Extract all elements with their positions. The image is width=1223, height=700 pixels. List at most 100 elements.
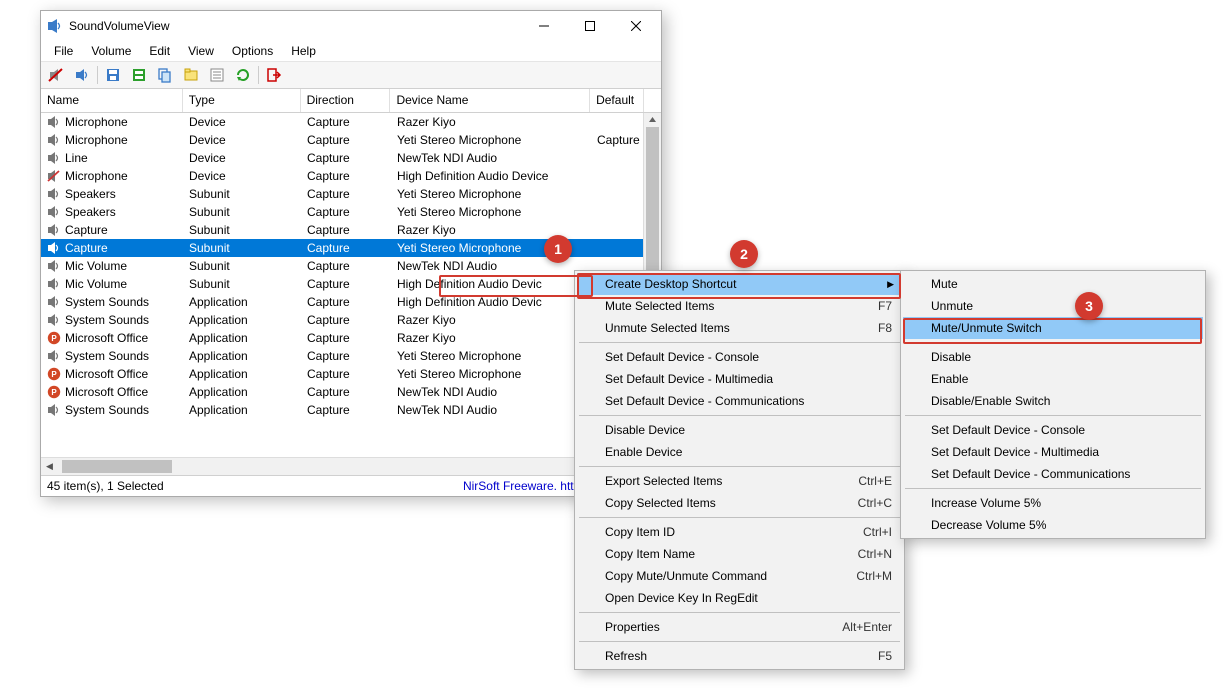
menu-edit[interactable]: Edit <box>142 42 177 60</box>
table-row[interactable]: Mic VolumeSubunitCaptureNewTek NDI Audio <box>41 257 661 275</box>
cell-type: Application <box>183 293 301 311</box>
cell-name: System Sounds <box>41 401 183 419</box>
hscroll-track[interactable] <box>58 458 644 475</box>
menu-item[interactable]: Enable Device <box>577 441 902 463</box>
maximize-button[interactable] <box>567 11 613 41</box>
menu-item-shortcut: Ctrl+E <box>858 474 892 488</box>
cell-type: Application <box>183 401 301 419</box>
table-row[interactable]: System SoundsApplicationCaptureHigh Defi… <box>41 293 661 311</box>
menu-item[interactable]: Increase Volume 5% <box>903 492 1203 514</box>
tool-refresh-icon[interactable] <box>232 64 254 86</box>
header-device[interactable]: Device Name <box>390 89 590 112</box>
cell-name: Mic Volume <box>41 257 183 275</box>
menu-item[interactable]: Set Default Device - Communications <box>903 463 1203 485</box>
table-row[interactable]: CaptureSubunitCaptureRazer Kiyo <box>41 221 661 239</box>
table-row[interactable]: Mic VolumeSubunitCaptureHigh Definition … <box>41 275 661 293</box>
menu-item-shortcut: Alt+Enter <box>842 620 892 634</box>
cell-name: PMicrosoft Office <box>41 329 183 347</box>
horizontal-scrollbar[interactable]: ◀ ▶ <box>41 457 661 475</box>
menu-options[interactable]: Options <box>225 42 280 60</box>
menu-view[interactable]: View <box>181 42 221 60</box>
row-name-label: Speakers <box>65 187 116 201</box>
menu-item[interactable]: Decrease Volume 5% <box>903 514 1203 536</box>
cell-device: High Definition Audio Devic <box>391 275 591 293</box>
tool-mute-icon[interactable] <box>45 64 67 86</box>
table-row[interactable]: PMicrosoft OfficeApplicationCaptureNewTe… <box>41 383 661 401</box>
close-button[interactable] <box>613 11 659 41</box>
menu-item[interactable]: Export Selected ItemsCtrl+E <box>577 470 902 492</box>
menu-item[interactable]: Mute <box>903 273 1203 295</box>
cell-name: System Sounds <box>41 347 183 365</box>
menu-item[interactable]: Unmute <box>903 295 1203 317</box>
cell-device: Yeti Stereo Microphone <box>391 239 591 257</box>
menu-item-label: Copy Item ID <box>605 525 675 539</box>
menu-item[interactable]: Copy Item IDCtrl+I <box>577 521 902 543</box>
menu-item[interactable]: Set Default Device - Console <box>903 419 1203 441</box>
table-row[interactable]: System SoundsApplicationCaptureNewTek ND… <box>41 401 661 419</box>
tool-export-icon[interactable] <box>128 64 150 86</box>
menu-item[interactable]: Set Default Device - Multimedia <box>903 441 1203 463</box>
menu-item-shortcut: Ctrl+C <box>858 496 892 510</box>
menu-item[interactable]: Set Default Device - Console <box>577 346 902 368</box>
hscroll-left-arrow-icon[interactable]: ◀ <box>41 458 58 475</box>
menu-item[interactable]: Mute Selected ItemsF7 <box>577 295 902 317</box>
menu-item[interactable]: Copy Selected ItemsCtrl+C <box>577 492 902 514</box>
cell-device: Razer Kiyo <box>391 311 591 329</box>
tool-unmute-icon[interactable] <box>71 64 93 86</box>
tool-options-icon[interactable] <box>180 64 202 86</box>
menu-item[interactable]: Create Desktop Shortcut▶ <box>577 273 902 295</box>
menu-item[interactable]: Mute/Unmute Switch <box>903 317 1203 339</box>
row-name-label: Microphone <box>65 169 128 183</box>
header-name[interactable]: Name <box>41 89 183 112</box>
cell-default <box>591 203 645 221</box>
table-row[interactable]: MicrophoneDeviceCaptureRazer Kiyo <box>41 113 661 131</box>
cell-direction: Capture <box>301 275 391 293</box>
menu-item[interactable]: Set Default Device - Multimedia <box>577 368 902 390</box>
cell-type: Subunit <box>183 221 301 239</box>
menu-item[interactable]: Copy Mute/Unmute CommandCtrl+M <box>577 565 902 587</box>
menu-item[interactable]: Disable/Enable Switch <box>903 390 1203 412</box>
tool-exit-icon[interactable] <box>263 64 285 86</box>
menu-item[interactable]: Disable <box>903 346 1203 368</box>
hscroll-thumb[interactable] <box>62 460 172 473</box>
menu-item-label: Unmute <box>931 299 973 313</box>
menu-item-label: Set Default Device - Console <box>931 423 1085 437</box>
menu-item[interactable]: Disable Device <box>577 419 902 441</box>
cell-type: Device <box>183 167 301 185</box>
cell-type: Application <box>183 347 301 365</box>
menu-help[interactable]: Help <box>284 42 323 60</box>
menu-item[interactable]: Set Default Device - Communications <box>577 390 902 412</box>
status-count: 45 item(s), 1 Selected <box>47 479 164 493</box>
menu-item[interactable]: Unmute Selected ItemsF8 <box>577 317 902 339</box>
menu-item[interactable]: PropertiesAlt+Enter <box>577 616 902 638</box>
menu-item[interactable]: Copy Item NameCtrl+N <box>577 543 902 565</box>
table-row[interactable]: System SoundsApplicationCaptureYeti Ster… <box>41 347 661 365</box>
submenu-arrow-icon: ▶ <box>887 279 894 290</box>
tool-copy-icon[interactable] <box>154 64 176 86</box>
header-direction[interactable]: Direction <box>301 89 391 112</box>
menu-item[interactable]: RefreshF5 <box>577 645 902 667</box>
menu-volume[interactable]: Volume <box>84 42 138 60</box>
table-row[interactable]: MicrophoneDeviceCaptureYeti Stereo Micro… <box>41 131 661 149</box>
row-name-label: Microphone <box>65 133 128 147</box>
tool-save-icon[interactable] <box>102 64 124 86</box>
table-row[interactable]: CaptureSubunitCaptureYeti Stereo Microph… <box>41 239 661 257</box>
table-row[interactable]: MicrophoneDeviceCaptureHigh Definition A… <box>41 167 661 185</box>
table-row[interactable]: PMicrosoft OfficeApplicationCaptureYeti … <box>41 365 661 383</box>
menu-item-label: Copy Item Name <box>605 547 695 561</box>
cell-type: Application <box>183 329 301 347</box>
cell-type: Subunit <box>183 239 301 257</box>
table-row[interactable]: System SoundsApplicationCaptureRazer Kiy… <box>41 311 661 329</box>
table-row[interactable]: SpeakersSubunitCaptureYeti Stereo Microp… <box>41 185 661 203</box>
header-default[interactable]: Default <box>590 89 644 112</box>
minimize-button[interactable] <box>521 11 567 41</box>
menu-item[interactable]: Enable <box>903 368 1203 390</box>
table-row[interactable]: LineDeviceCaptureNewTek NDI Audio <box>41 149 661 167</box>
menu-separator <box>579 415 900 416</box>
menu-file[interactable]: File <box>47 42 80 60</box>
table-row[interactable]: SpeakersSubunitCaptureYeti Stereo Microp… <box>41 203 661 221</box>
menu-item[interactable]: Open Device Key In RegEdit <box>577 587 902 609</box>
header-type[interactable]: Type <box>183 89 301 112</box>
tool-properties-icon[interactable] <box>206 64 228 86</box>
table-row[interactable]: PMicrosoft OfficeApplicationCaptureRazer… <box>41 329 661 347</box>
